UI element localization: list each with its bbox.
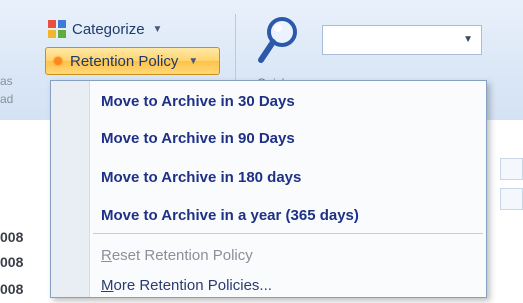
truncated-label: ad <box>0 92 14 106</box>
retention-label: Retention Policy <box>70 52 179 70</box>
retention-policy-menu: Move to Archive in 30 Days Move to Archi… <box>50 80 487 298</box>
chevron-down-icon: ▼ <box>152 23 163 35</box>
menu-item-archive-365[interactable]: Move to Archive in a year (365 days) <box>91 197 486 233</box>
retention-icon <box>54 57 62 65</box>
menu-item-label: eset Retention Policy <box>111 246 253 264</box>
search-dropdown[interactable]: ▼ <box>322 25 482 55</box>
column-header-cell[interactable] <box>500 158 523 180</box>
menu-item-label: ore Retention Policies... <box>113 276 272 294</box>
truncated-label: as <box>0 74 13 88</box>
menu-item-label: Move to Archive in 180 days <box>101 168 302 186</box>
menu-item-archive-90[interactable]: Move to Archive in 90 Days <box>91 120 486 156</box>
ribbon-divider <box>235 14 236 84</box>
list-item: 008 <box>0 254 24 270</box>
search-icon[interactable] <box>256 14 302 70</box>
menu-item-accelerator: M <box>101 276 114 294</box>
list-item: 008 <box>0 281 24 297</box>
menu-separator <box>93 233 483 234</box>
chevron-down-icon[interactable]: ▼ <box>463 34 473 45</box>
categorize-label: Categorize <box>72 20 145 38</box>
retention-policy-button[interactable]: Retention Policy ▼ <box>45 47 220 75</box>
menu-item-label: Move to Archive in 30 Days <box>101 92 295 110</box>
menu-icon-gutter <box>51 81 90 297</box>
list-item: 008 <box>0 229 24 245</box>
menu-item-archive-30[interactable]: Move to Archive in 30 Days <box>91 83 486 119</box>
column-header-cell[interactable] <box>500 188 523 210</box>
menu-item-archive-180[interactable]: Move to Archive in 180 days <box>91 159 486 195</box>
categorize-button[interactable]: Categorize ▼ <box>44 16 194 42</box>
menu-item-accelerator: R <box>101 246 112 264</box>
menu-item-label: Move to Archive in 90 Days <box>101 129 295 147</box>
categorize-icon <box>48 20 66 38</box>
chevron-down-icon: ▼ <box>188 55 199 67</box>
menu-item-label: Move to Archive in a year (365 days) <box>101 206 359 224</box>
